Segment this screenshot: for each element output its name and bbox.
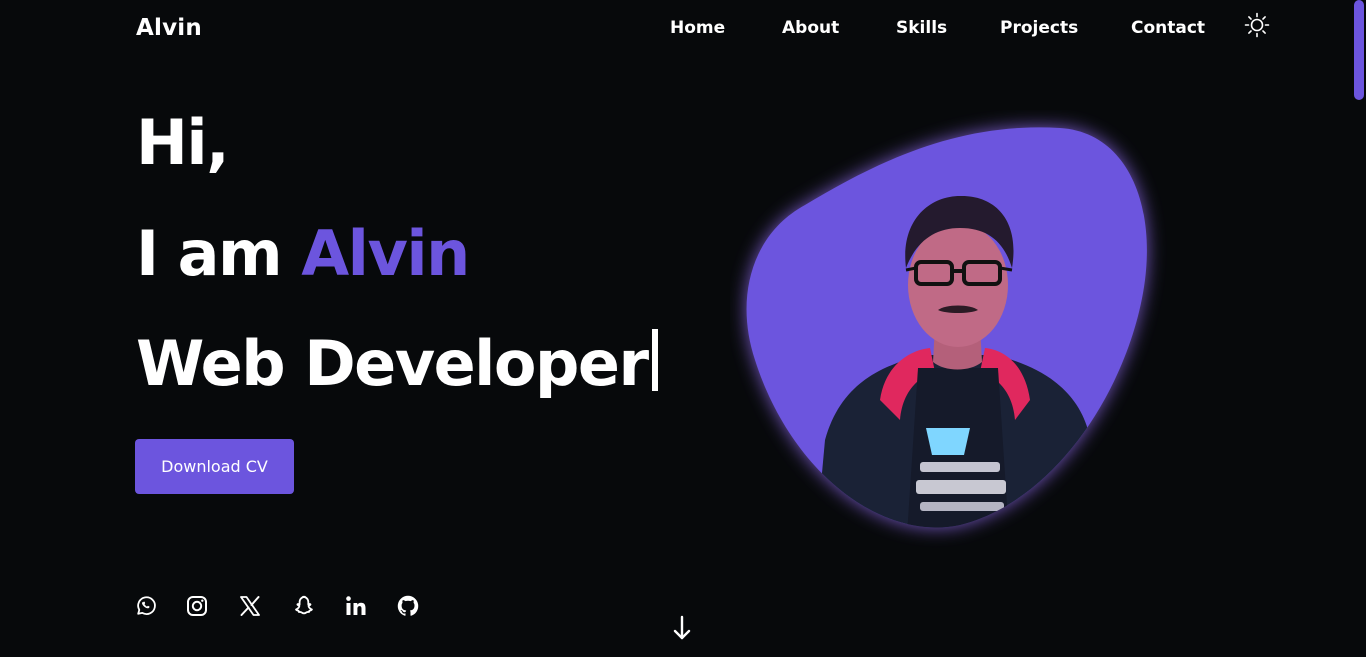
hero-role: Web Developer [136,327,649,400]
profile-photo [730,110,1170,550]
instagram-icon[interactable] [185,594,209,618]
linkedin-icon[interactable] [344,594,368,618]
sun-icon[interactable] [1243,11,1271,39]
nav-contact[interactable]: Contact [1131,14,1205,42]
hero-role-line: Web Developer [136,324,658,404]
scrollbar[interactable] [1352,0,1366,657]
typing-caret [651,329,658,391]
main-nav: Home About Skills Projects Contact [0,14,1366,42]
nav-about[interactable]: About [782,14,839,42]
nav-projects[interactable]: Projects [1000,14,1078,42]
scrollbar-thumb[interactable] [1354,0,1364,100]
arrow-down-icon[interactable] [670,614,694,642]
x-icon[interactable] [238,594,262,618]
snapchat-icon[interactable] [291,594,315,618]
download-cv-button[interactable]: Download CV [135,439,294,494]
github-icon[interactable] [396,594,420,618]
whatsapp-icon[interactable] [134,594,158,618]
nav-home[interactable]: Home [670,14,725,42]
nav-skills[interactable]: Skills [896,14,947,42]
hero-greeting: Hi, [136,106,230,179]
hero-intro: I am Alvin [136,214,470,294]
hero-intro-prefix: I am [136,217,283,290]
hero-name: Alvin [301,217,470,290]
